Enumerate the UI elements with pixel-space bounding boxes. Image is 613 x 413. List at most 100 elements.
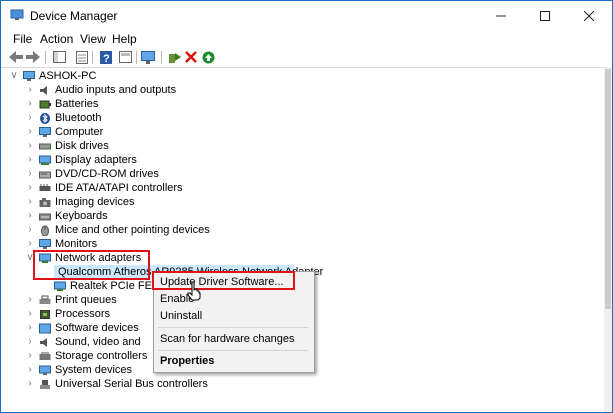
tree-item-label: Audio inputs and outputs	[55, 84, 177, 96]
expand-chevron[interactable]: ›	[25, 126, 35, 137]
tree-item-system-devices[interactable]: System devices	[39, 363, 132, 377]
menu-properties[interactable]: Properties	[160, 355, 214, 367]
expand-chevron[interactable]: ›	[25, 154, 35, 165]
tree-item-keyboards[interactable]: Keyboards	[39, 209, 108, 223]
add-driver-button[interactable]	[167, 50, 181, 64]
tree-item-label: Universal Serial Bus controllers	[55, 378, 208, 390]
minimize-icon	[496, 15, 506, 16]
back-button[interactable]	[9, 50, 23, 64]
expand-chevron[interactable]: ›	[25, 308, 35, 319]
show-hide-tree-button[interactable]	[52, 50, 66, 64]
expand-chevron[interactable]: ›	[25, 98, 35, 109]
properties-button[interactable]	[75, 50, 89, 64]
expand-chevron[interactable]: ›	[25, 336, 35, 347]
expand-chevron[interactable]: ›	[25, 210, 35, 221]
scan-hardware-button[interactable]	[141, 50, 155, 64]
tree-item-usb[interactable]: Universal Serial Bus controllers	[39, 377, 208, 391]
network-adapter-icon	[54, 281, 66, 291]
tree-item-bluetooth[interactable]: Bluetooth	[39, 111, 101, 125]
tree-item-realtek-adapter[interactable]: Realtek PCIe FE	[54, 279, 152, 293]
view-button[interactable]	[118, 50, 132, 64]
expand-chevron[interactable]: ›	[25, 378, 35, 389]
expand-chevron[interactable]: ›	[25, 84, 35, 95]
enable-button[interactable]	[201, 50, 215, 64]
tree-item-software-devices[interactable]: Software devices	[39, 321, 139, 335]
minimize-button[interactable]	[479, 1, 523, 30]
tree-root[interactable]: ASHOK-PC	[23, 69, 96, 83]
battery-icon	[39, 100, 51, 108]
expand-chevron[interactable]: ›	[25, 294, 35, 305]
remove-icon	[185, 51, 197, 63]
expand-chevron[interactable]: ›	[25, 140, 35, 151]
toolbar-separator	[161, 51, 162, 64]
window-title: Device Manager	[30, 9, 118, 23]
svg-text:?: ?	[103, 53, 110, 64]
back-icon	[9, 51, 23, 63]
forward-button[interactable]	[26, 50, 40, 64]
computer-icon	[39, 126, 51, 137]
root-label: ASHOK-PC	[39, 70, 97, 82]
tree-item-label: Monitors	[55, 238, 98, 250]
tree-item-batteries[interactable]: Batteries	[39, 97, 98, 111]
tree-item-mice[interactable]: Mice and other pointing devices	[39, 223, 210, 237]
help-button[interactable]: ?	[99, 50, 113, 64]
tree-item-label: Display adapters	[55, 154, 137, 166]
expand-chevron[interactable]: ›	[25, 224, 35, 235]
tree-item-label: DVD/CD-ROM drives	[55, 168, 159, 180]
tree-item-label: Storage controllers	[55, 350, 148, 362]
tree-item-label: Mice and other pointing devices	[55, 224, 210, 236]
keyboard-icon	[39, 213, 51, 220]
close-button[interactable]	[567, 1, 611, 30]
menu-separator	[158, 327, 308, 328]
device-manager-window: Device Manager File Action View Help ? ∨…	[0, 0, 613, 413]
expand-chevron[interactable]: ›	[25, 182, 35, 193]
scrollbar-thumb[interactable]	[605, 69, 611, 309]
tree-item-monitors[interactable]: Monitors	[39, 237, 97, 251]
tree-item-label: Realtek PCIe FE	[70, 280, 152, 292]
tree-item-label: System devices	[55, 364, 133, 376]
processor-icon	[40, 309, 50, 319]
close-icon	[584, 10, 594, 21]
add-driver-icon	[168, 52, 181, 63]
tree-item-disk-drives[interactable]: Disk drives	[39, 139, 109, 153]
tree-item-processors[interactable]: Processors	[39, 307, 110, 321]
menu-uninstall[interactable]: Uninstall	[160, 310, 202, 322]
vertical-scrollbar[interactable]	[604, 67, 612, 412]
expand-chevron[interactable]: ›	[25, 196, 35, 207]
tree-item-computer[interactable]: Computer	[39, 125, 103, 139]
tree-item-dvd[interactable]: DVD/CD-ROM drives	[39, 167, 159, 181]
collapse-chevron[interactable]: ∨	[9, 70, 19, 81]
toolbar-separator	[92, 51, 93, 64]
tree-item-print-queues[interactable]: Print queues	[39, 293, 117, 307]
tree-item-sound[interactable]: Sound, video and	[39, 335, 141, 349]
menu-scan-hardware[interactable]: Scan for hardware changes	[160, 333, 295, 345]
menu-help[interactable]: Help	[112, 32, 137, 46]
menu-view[interactable]: View	[80, 32, 106, 46]
menu-action[interactable]: Action	[40, 32, 73, 46]
expand-chevron[interactable]: ›	[25, 364, 35, 375]
expand-chevron[interactable]: ›	[25, 322, 35, 333]
expand-chevron[interactable]: ›	[25, 238, 35, 249]
speaker-icon	[40, 85, 47, 95]
tree-item-audio[interactable]: Audio inputs and outputs	[39, 83, 176, 97]
storage-controller-icon	[39, 351, 51, 360]
expand-chevron[interactable]: ›	[25, 168, 35, 179]
enable-icon	[202, 51, 214, 63]
monitor-icon	[39, 238, 51, 249]
uninstall-button[interactable]	[184, 50, 198, 64]
tree-item-storage-controllers[interactable]: Storage controllers	[39, 349, 147, 363]
expand-chevron[interactable]: ›	[25, 350, 35, 361]
expand-chevron[interactable]: ›	[25, 112, 35, 123]
tree-item-imaging[interactable]: Imaging devices	[39, 195, 135, 209]
monitor-icon	[141, 50, 155, 64]
bluetooth-icon	[40, 112, 50, 124]
mouse-icon	[41, 225, 49, 236]
highlight-network-adapters	[33, 250, 150, 280]
help-icon: ?	[100, 50, 112, 64]
tree-item-display-adapters[interactable]: Display adapters	[39, 153, 137, 167]
tree-item-ide[interactable]: IDE ATA/ATAPI controllers	[39, 181, 183, 195]
maximize-button[interactable]	[523, 1, 567, 30]
disk-drive-icon	[39, 143, 51, 149]
menu-file[interactable]: File	[13, 32, 32, 46]
menu-bar: File Action View Help	[1, 30, 612, 49]
